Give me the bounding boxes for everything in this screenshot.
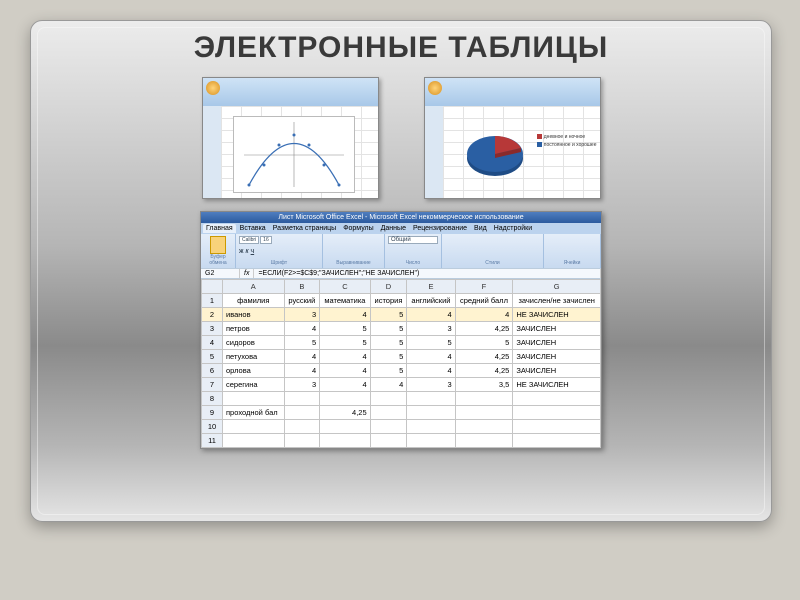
excel-thumbnail-piechart: дневное и ночное постоянное и хорошее <box>424 77 601 199</box>
tab-home[interactable]: Главная <box>203 224 236 233</box>
table-row: 3петров45534,25ЗАЧИСЛЕН <box>202 322 601 336</box>
tab-addins[interactable]: Надстройки <box>491 224 535 233</box>
formula-bar: G2 fx =ЕСЛИ(F2>=$C$9;"ЗАЧИСЛЕН";"НЕ ЗАЧИ… <box>201 268 601 279</box>
row-headers <box>425 106 444 198</box>
underline-icon[interactable]: Ч <box>251 249 255 255</box>
excel-thumbnail-linechart <box>202 77 379 199</box>
tab-insert[interactable]: Вставка <box>237 224 269 233</box>
ribbon-tabs: Главная Вставка Разметка страницы Формул… <box>201 223 601 234</box>
table-row: 9проходной бал4,25 <box>202 406 601 420</box>
thumbnail-row: дневное и ночное постоянное и хорошее <box>31 77 771 199</box>
fx-icon[interactable]: fx <box>240 269 254 278</box>
tab-layout[interactable]: Разметка страницы <box>270 224 340 233</box>
tab-data[interactable]: Данные <box>378 224 409 233</box>
column-header-row: A B C D E F G <box>202 280 601 294</box>
tab-review[interactable]: Рецензирование <box>410 224 470 233</box>
table-row: 7серегина34433,5НЕ ЗАЧИСЛЕН <box>202 378 601 392</box>
ribbon-bar <box>203 78 378 107</box>
slide-title: ЭЛЕКТРОННЫЕ ТАБЛИЦЫ <box>31 31 771 65</box>
numfmt-select[interactable]: Общий <box>388 236 438 244</box>
tab-formulas[interactable]: Формулы <box>340 224 376 233</box>
ribbon-body: Буфер обмена Calibri 16 ЖКЧ Шрифт Выравн… <box>201 234 601 268</box>
table-row: 8 <box>202 392 601 406</box>
table-row: 4сидоров55555ЗАЧИСЛЕН <box>202 336 601 350</box>
font-select[interactable]: Calibri <box>239 236 259 244</box>
excel-screenshot-table: Лист Microsoft Office Excel - Microsoft … <box>200 211 602 449</box>
row-headers <box>203 106 222 198</box>
table-row: 10 <box>202 420 601 434</box>
window-title: Лист Microsoft Office Excel - Microsoft … <box>201 212 601 223</box>
embedded-line-chart <box>233 116 355 193</box>
table-row: 2иванов34544НЕ ЗАЧИСЛЕН <box>202 308 601 322</box>
paste-icon[interactable] <box>210 236 226 254</box>
pie-legend: дневное и ночное постоянное и хорошее <box>537 133 597 149</box>
tab-view[interactable]: Вид <box>471 224 490 233</box>
embedded-pie-chart <box>460 128 530 183</box>
spreadsheet-grid[interactable]: A B C D E F G 1 фамилия русский математи… <box>201 279 601 448</box>
table-row: 6орлова44544,25ЗАЧИСЛЕН <box>202 364 601 378</box>
italic-icon[interactable]: К <box>246 249 249 255</box>
header-row: 1 фамилия русский математика история анг… <box>202 294 601 308</box>
formula-input[interactable]: =ЕСЛИ(F2>=$C$9;"ЗАЧИСЛЕН";"НЕ ЗАЧИСЛЕН") <box>254 269 601 278</box>
table-row: 5петухова44544,25ЗАЧИСЛЕН <box>202 350 601 364</box>
name-box[interactable]: G2 <box>201 269 240 278</box>
size-select[interactable]: 16 <box>260 236 272 244</box>
table-row: 11 <box>202 434 601 448</box>
bold-icon[interactable]: Ж <box>239 249 244 255</box>
slide: ЭЛЕКТРОННЫЕ ТАБЛИЦЫ <box>30 20 772 522</box>
ribbon-bar <box>425 78 600 107</box>
